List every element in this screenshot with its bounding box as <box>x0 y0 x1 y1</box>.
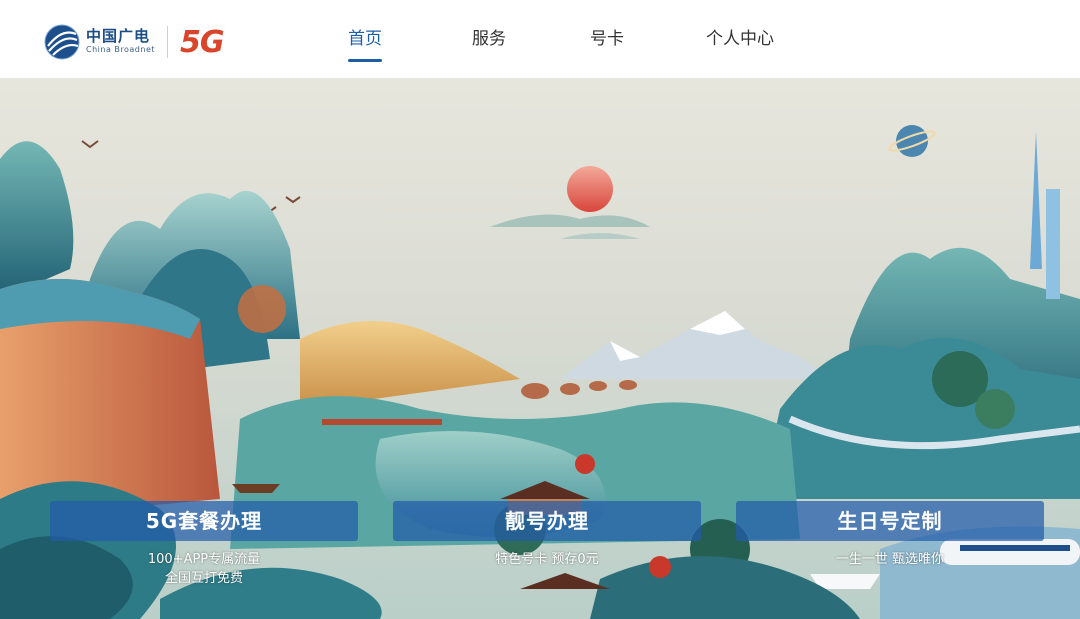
nav-item-personal-center[interactable]: 个人中心 <box>695 0 785 78</box>
card-birthday-number-line-1: 一生一世 甄选唯你 <box>835 552 945 567</box>
brand-logo[interactable]: 中国广电 China Broadnet 5G <box>44 24 224 60</box>
logo-divider <box>167 26 168 58</box>
5g-badge: 5G <box>180 24 224 60</box>
brand-name-en: China Broadnet <box>86 45 155 54</box>
nav-item-sim-cards[interactable]: 号卡 <box>583 0 631 78</box>
card-5g-plan[interactable]: 5G套餐办理 <box>50 501 358 541</box>
brand-text: 中国广电 China Broadnet <box>86 28 155 56</box>
top-header: 中国广电 China Broadnet 5G 首页 服务 号卡 个人中心 <box>0 0 1080 79</box>
hero-banner[interactable]: 5G套餐办理 100+APP专属流量 全国互打免费 靓号办理 特色号卡 预存0元… <box>0 79 1080 619</box>
main-nav: 首页 服务 号卡 个人中心 <box>330 0 785 78</box>
nav-item-home[interactable]: 首页 <box>330 0 400 78</box>
card-5g-plan-line-1: 100+APP专属流量 <box>147 552 261 567</box>
brand-name-cn: 中国广电 <box>86 27 151 45</box>
nav-item-services[interactable]: 服务 <box>465 0 513 78</box>
card-lucky-number[interactable]: 靓号办理 <box>393 501 701 541</box>
card-lucky-number-line-1: 特色号卡 预存0元 <box>495 552 599 567</box>
broadnet-globe-icon <box>44 24 80 60</box>
card-birthday-number[interactable]: 生日号定制 <box>736 501 1044 541</box>
card-5g-plan-line-2: 全国互打免费 <box>164 571 243 586</box>
